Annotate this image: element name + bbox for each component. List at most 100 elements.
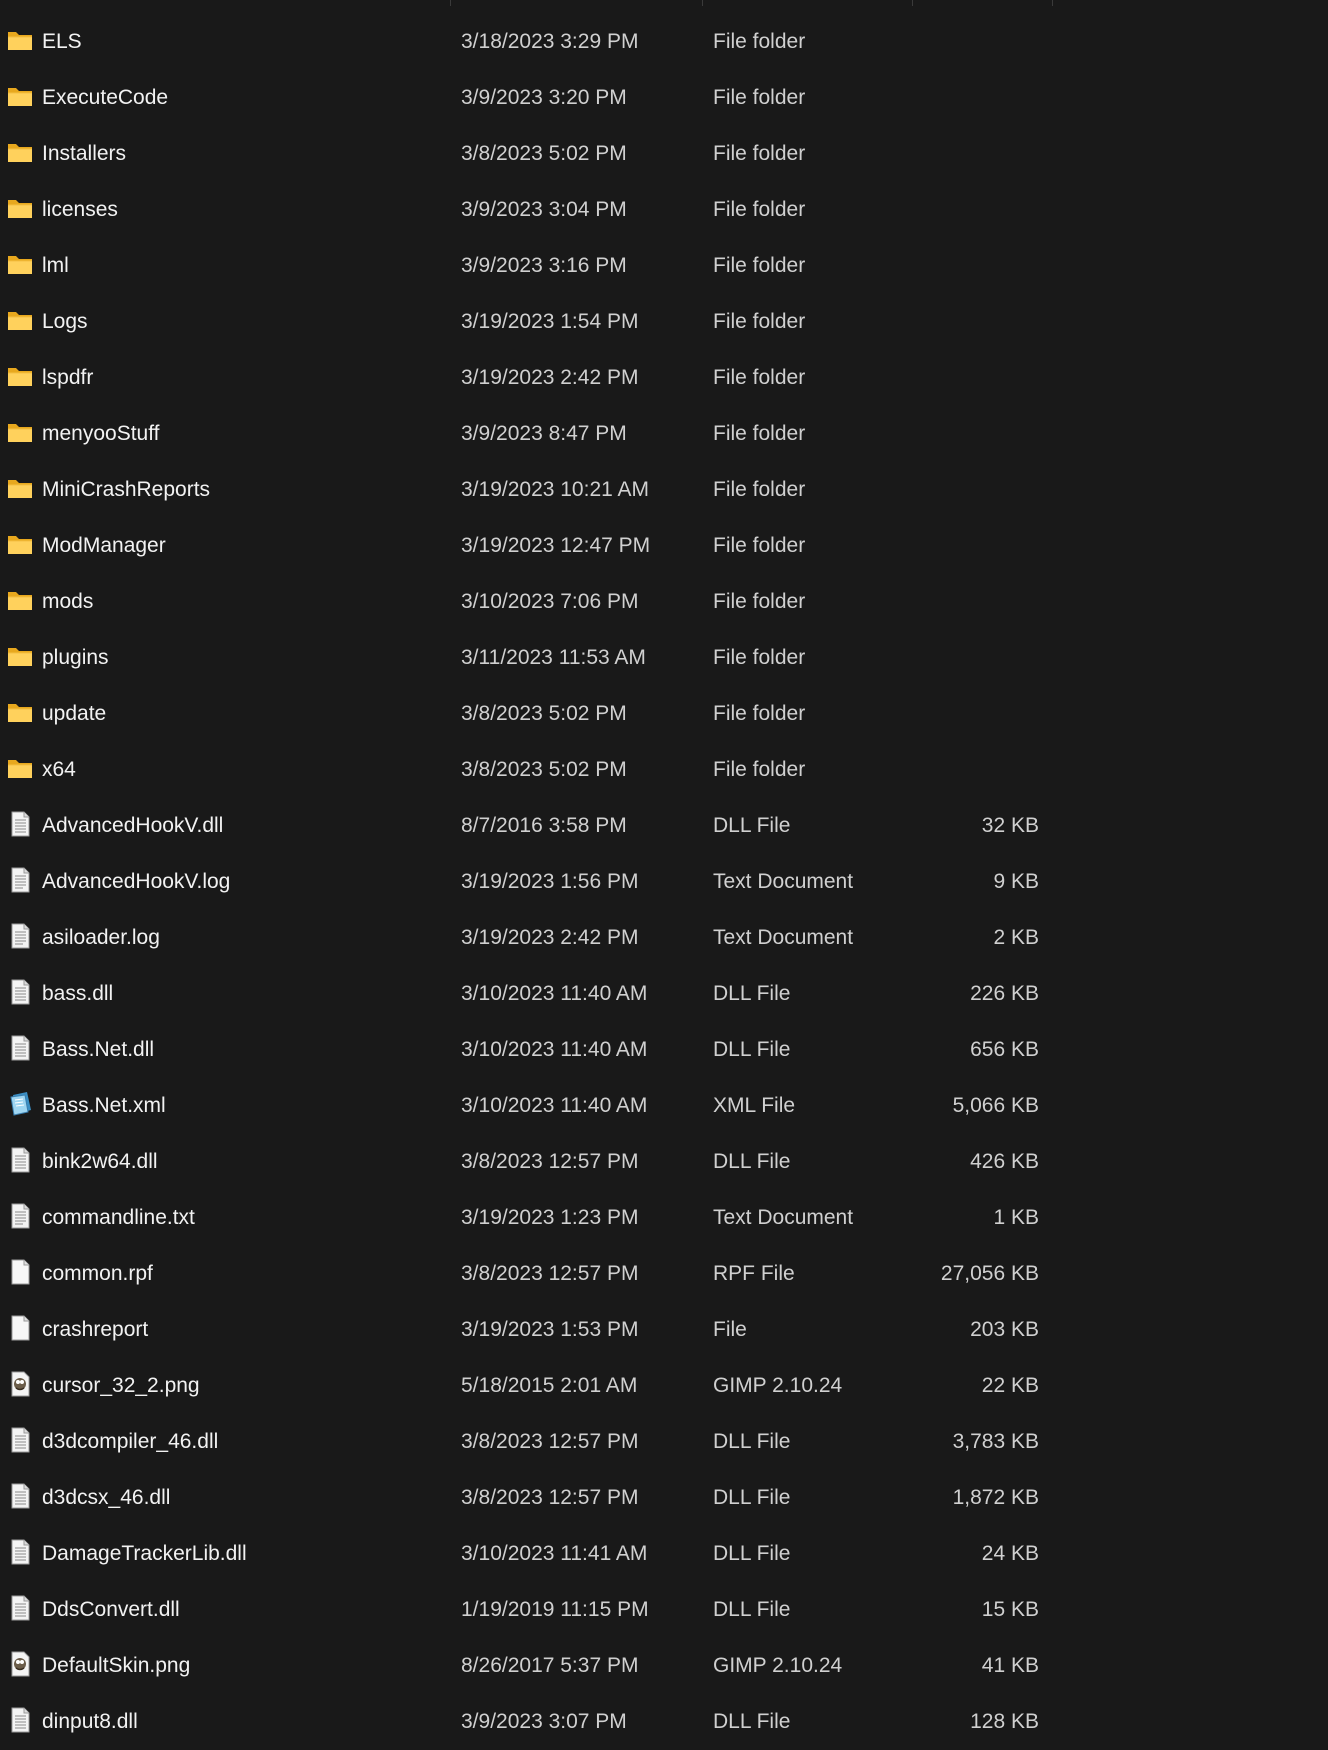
dll-file-icon (6, 1035, 34, 1061)
file-date-modified: 3/19/2023 1:56 PM (461, 870, 639, 893)
file-row[interactable]: mods 3/10/2023 7:06 PM File folder (0, 574, 1328, 630)
file-row[interactable]: bink2w64.dll 3/8/2023 12:57 PM DLL File 426… (0, 1134, 1328, 1190)
file-date-modified: 3/10/2023 11:40 AM (461, 982, 648, 1005)
file-row[interactable]: update 3/8/2023 5:02 PM File folder (0, 686, 1328, 742)
column-divider[interactable] (912, 0, 913, 6)
column-divider[interactable] (450, 0, 451, 6)
file-type: DLL File (713, 1710, 791, 1733)
file-date-modified: 3/9/2023 3:20 PM (461, 86, 627, 109)
file-size: 24 KB (981, 1542, 1039, 1565)
file-row[interactable]: ELS 3/18/2023 3:29 PM File folder (0, 14, 1328, 70)
folder-icon (6, 27, 34, 53)
file-row[interactable]: MiniCrashReports 3/19/2023 10:21 AM File f… (0, 462, 1328, 518)
file-row[interactable]: lml 3/9/2023 3:16 PM File folder (0, 238, 1328, 294)
file-type: File folder (713, 702, 806, 725)
gimp-image-icon (6, 1371, 34, 1397)
file-type: File folder (713, 254, 806, 277)
file-type: DLL File (713, 1598, 791, 1621)
file-type: File folder (713, 198, 806, 221)
file-date-modified: 3/10/2023 7:06 PM (461, 590, 639, 613)
file-row[interactable]: crashreport 3/19/2023 1:53 PM File 203 KB (0, 1302, 1328, 1358)
file-type: File folder (713, 310, 806, 333)
file-size: 15 KB (981, 1598, 1039, 1621)
column-divider[interactable] (702, 0, 703, 6)
file-size: 656 KB (970, 1038, 1039, 1061)
file-date-modified: 3/10/2023 11:40 AM (461, 1094, 648, 1117)
file-type: File folder (713, 30, 806, 53)
dll-file-icon (6, 1707, 34, 1733)
file-size (880, 70, 1039, 126)
file-date-modified: 8/26/2017 5:37 PM (461, 1654, 639, 1677)
file-row[interactable]: asiloader.log 3/19/2023 2:42 PM Text Docum… (0, 910, 1328, 966)
file-row[interactable]: licenses 3/9/2023 3:04 PM File folder (0, 182, 1328, 238)
file-size: 22 KB (981, 1374, 1039, 1397)
gimp-image-icon (6, 1651, 34, 1677)
file-size: 27,056 KB (940, 1262, 1039, 1285)
file-size: 2 KB (993, 926, 1039, 949)
file-name: d3dcsx_46.dll (42, 1486, 171, 1509)
column-divider[interactable] (1052, 0, 1053, 6)
file-size: 226 KB (970, 982, 1039, 1005)
file-row[interactable]: plugins 3/11/2023 11:53 AM File folder (0, 630, 1328, 686)
file-name: crashreport (42, 1318, 149, 1341)
file-row[interactable]: DamageTrackerLib.dll 3/10/2023 11:41 AM DL… (0, 1526, 1328, 1582)
file-date-modified: 3/10/2023 11:40 AM (461, 1038, 648, 1061)
file-type: Text Document (713, 1206, 854, 1229)
file-date-modified: 3/19/2023 1:23 PM (461, 1206, 639, 1229)
file-name: Installers (42, 142, 127, 165)
file-row[interactable]: AdvancedHookV.dll 8/7/2016 3:58 PM DLL Fil… (0, 798, 1328, 854)
text-file-icon (6, 923, 34, 949)
file-row[interactable]: menyooStuff 3/9/2023 8:47 PM File folder (0, 406, 1328, 462)
file-size: 9 KB (993, 870, 1039, 893)
file-row[interactable]: common.rpf 3/8/2023 12:57 PM RPF File 27,05… (0, 1246, 1328, 1302)
file-name: bink2w64.dll (42, 1150, 158, 1173)
file-name: Bass.Net.xml (42, 1094, 166, 1117)
file-row[interactable]: ExecuteCode 3/9/2023 3:20 PM File folder (0, 70, 1328, 126)
file-row[interactable]: bass.dll 3/10/2023 11:40 AM DLL File 226 KB (0, 966, 1328, 1022)
file-row[interactable]: lspdfr 3/19/2023 2:42 PM File folder (0, 350, 1328, 406)
file-row[interactable]: ModManager 3/19/2023 12:47 PM File folder (0, 518, 1328, 574)
file-row[interactable]: DefaultSkin.png 8/26/2017 5:37 PM GIMP 2.1… (0, 1638, 1328, 1694)
file-row[interactable]: Bass.Net.dll 3/10/2023 11:40 AM DLL File 65… (0, 1022, 1328, 1078)
file-date-modified: 3/19/2023 1:53 PM (461, 1318, 639, 1341)
file-name: update (42, 702, 107, 725)
text-file-icon (6, 1203, 34, 1229)
file-row[interactable]: dinput8.dll 3/9/2023 3:07 PM DLL File 128 K… (0, 1694, 1328, 1750)
file-date-modified: 3/8/2023 5:02 PM (461, 142, 627, 165)
file-type: File folder (713, 534, 806, 557)
file-type: File folder (713, 142, 806, 165)
file-type: RPF File (713, 1262, 795, 1285)
file-row[interactable]: Logs 3/19/2023 1:54 PM File folder (0, 294, 1328, 350)
file-size: 426 KB (970, 1150, 1039, 1173)
file-type: Text Document (713, 870, 854, 893)
file-row[interactable]: commandline.txt 3/19/2023 1:23 PM Text Doc… (0, 1190, 1328, 1246)
file-row[interactable]: DdsConvert.dll 1/19/2019 11:15 PM DLL File… (0, 1582, 1328, 1638)
file-date-modified: 3/19/2023 10:21 AM (461, 478, 649, 501)
file-row[interactable]: AdvancedHookV.log 3/19/2023 1:56 PM Text D… (0, 854, 1328, 910)
file-type: File folder (713, 478, 806, 501)
file-row[interactable]: d3dcompiler_46.dll 3/8/2023 12:57 PM DLL F… (0, 1414, 1328, 1470)
file-date-modified: 1/19/2019 11:15 PM (461, 1598, 649, 1621)
file-size (880, 14, 1039, 70)
file-row[interactable]: Bass.Net.xml 3/10/2023 11:40 AM XML File 5,… (0, 1078, 1328, 1134)
file-row[interactable]: cursor_32_2.png 5/18/2015 2:01 AM GIMP 2.1… (0, 1358, 1328, 1414)
file-row[interactable]: d3dcsx_46.dll 3/8/2023 12:57 PM DLL File 1,… (0, 1470, 1328, 1526)
file-date-modified: 3/9/2023 8:47 PM (461, 422, 627, 445)
file-name: lspdfr (42, 366, 94, 389)
file-date-modified: 5/18/2015 2:01 AM (461, 1374, 638, 1397)
file-row[interactable]: x64 3/8/2023 5:02 PM File folder (0, 742, 1328, 798)
file-size (880, 406, 1039, 462)
file-name: menyooStuff (42, 422, 160, 445)
file-size (880, 518, 1039, 574)
dll-file-icon (6, 1595, 34, 1621)
file-name: ExecuteCode (42, 86, 169, 109)
file-size (880, 686, 1039, 742)
file-date-modified: 3/9/2023 3:07 PM (461, 1710, 627, 1733)
file-row[interactable]: Installers 3/8/2023 5:02 PM File folder (0, 126, 1328, 182)
file-name: DamageTrackerLib.dll (42, 1542, 247, 1565)
file-name: d3dcompiler_46.dll (42, 1430, 219, 1453)
file-date-modified: 3/8/2023 5:02 PM (461, 758, 627, 781)
dll-file-icon (6, 1427, 34, 1453)
file-name: cursor_32_2.png (42, 1374, 200, 1397)
file-name: DefaultSkin.png (42, 1654, 191, 1677)
